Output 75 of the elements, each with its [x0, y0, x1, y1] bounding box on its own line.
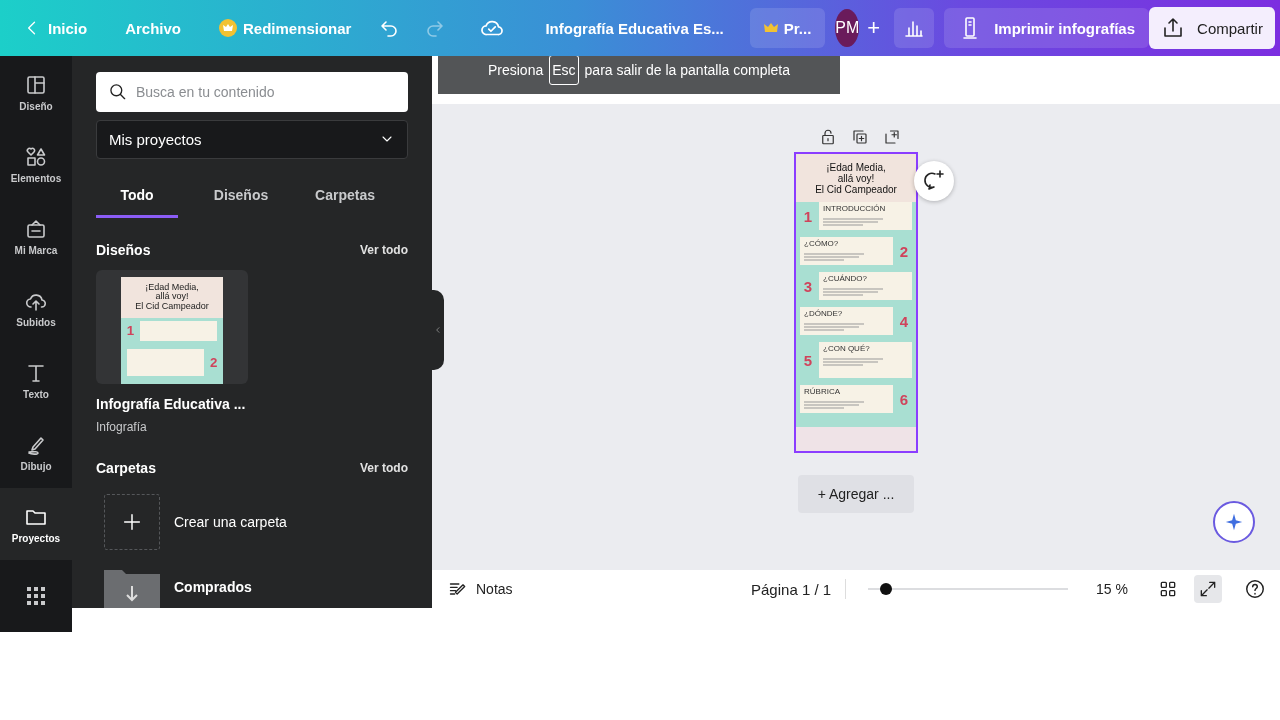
body-text-lines [823, 287, 883, 297]
step-number: 4 [898, 312, 910, 330]
section-heading: ¿CÓMO? [804, 239, 840, 248]
sidebar-item[interactable]: Elementos [0, 128, 72, 200]
body-text-lines [804, 400, 864, 410]
document-title[interactable]: Infografía Educativa Es... [537, 8, 732, 48]
section-heading: RÚBRICA [804, 387, 841, 396]
search-icon [108, 82, 128, 102]
add-page-icon [883, 128, 901, 146]
body-text-lines [823, 357, 883, 367]
step-number: 6 [898, 390, 910, 408]
sidebar-item[interactable]: Proyectos [0, 488, 72, 560]
notes-button[interactable]: Notas [444, 575, 517, 603]
magic-button[interactable] [1213, 501, 1255, 543]
design-name: Infografía Educativa ... [96, 396, 247, 412]
section-heading: ¿CON QUÉ? [823, 344, 871, 353]
sidebar-item[interactable]: Mi Marca [0, 200, 72, 272]
grid-icon [1158, 579, 1178, 599]
zoom-level: 15 % [1096, 581, 1128, 597]
slider-thumb[interactable] [880, 583, 893, 595]
section-title: Carpetas [96, 460, 156, 476]
shapes-icon [24, 144, 48, 169]
crown-icon [763, 22, 778, 34]
collapse-panel-handle[interactable] [432, 290, 444, 370]
sidebar-item[interactable]: Dibujo [0, 416, 72, 488]
projects-dropdown[interactable]: Mis proyectos [96, 120, 408, 159]
step-number: 2 [898, 242, 910, 260]
section-heading: ¿DÓNDE? [804, 309, 844, 318]
tab[interactable]: Diseños [200, 178, 282, 218]
add-collaborator-button[interactable]: + [859, 8, 889, 48]
key-hint: Esc [549, 56, 579, 85]
create-folder-button[interactable]: Crear una carpeta [104, 494, 408, 550]
help-icon [1244, 578, 1266, 600]
sidebar-item[interactable]: Diseño [0, 56, 72, 128]
step-number: 1 [126, 323, 135, 339]
design-title: ¡Edad Media, allá voy! El Cid Campeador [134, 280, 210, 311]
body-text-lines [823, 217, 883, 227]
sidebar-item[interactable]: Subidos [0, 272, 72, 344]
expand-icon [1198, 579, 1218, 599]
step-number: 3 [802, 277, 814, 295]
tab[interactable]: Todo [96, 178, 178, 218]
pro-button[interactable]: Pr... [749, 8, 826, 48]
apps-grid-icon [24, 584, 48, 608]
section-title: Diseños [96, 241, 151, 258]
step-number: 1 [802, 207, 814, 225]
page-indicator: Página 1 / 1 [751, 580, 832, 598]
step-number: 5 [802, 351, 814, 369]
chevron-left-icon [434, 324, 442, 336]
user-avatar[interactable]: PM [835, 9, 860, 47]
section-heading: ¿CUÁNDO? [823, 274, 868, 283]
design-title: ¡Edad Media, allá voy! El Cid Campeador [814, 161, 898, 195]
design-thumbnail[interactable]: ¡Edad Media, allá voy! El Cid Campeador 1 2 [96, 269, 248, 384]
body-text-lines [804, 322, 864, 332]
step-number: 2 [209, 354, 218, 370]
comment-plus-icon [922, 169, 946, 193]
body-text-lines [804, 252, 864, 262]
add-comment-button[interactable] [914, 161, 954, 201]
duplicate-icon [851, 128, 869, 146]
design-type: Infografía [96, 420, 148, 434]
add-page-button[interactable]: + Agregar ... [798, 475, 914, 513]
sidebar-item[interactable]: Texto [0, 344, 72, 416]
share-button[interactable]: Compartir [1149, 7, 1275, 49]
see-all-link[interactable]: Ver todo [360, 242, 408, 257]
search-field[interactable]: Busca en tu contenido [96, 72, 408, 112]
tab[interactable]: Carpetas [304, 178, 386, 218]
folder-item[interactable]: Comprados [104, 566, 408, 608]
insights-button[interactable] [894, 8, 935, 48]
see-all-link[interactable]: Ver todo [360, 461, 408, 475]
design-page[interactable]: ¡Edad Media, allá voy! El Cid Campeador 1 INTRODUCCIÓN ¿CÓMO? 2 3 ¿CUÁNDO? ¿DÓNDE? 4 5 ¿CON QUÉ? RÚBRICA 6 [794, 152, 918, 453]
fullscreen-button[interactable] [1194, 575, 1222, 603]
crown-icon [219, 19, 238, 37]
section-heading: INTRODUCCIÓN [823, 204, 887, 213]
print-button[interactable]: Imprimir infografías [944, 8, 1150, 48]
fullscreen-notice: Presiona Esc para salir de la pantalla completa [438, 56, 840, 94]
lock-icon [819, 128, 837, 146]
